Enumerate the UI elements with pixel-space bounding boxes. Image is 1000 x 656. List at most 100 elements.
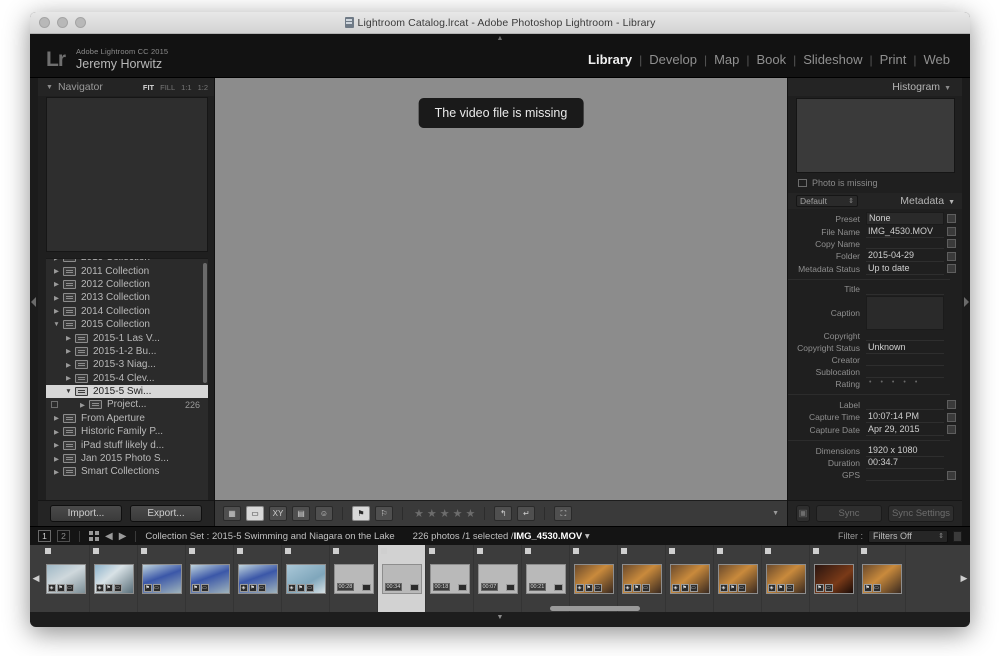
meta-badge-icon[interactable]: ▭: [114, 584, 122, 592]
rating-dot-4-icon[interactable]: •: [903, 379, 905, 389]
zoom-option-1-1[interactable]: 1:1: [181, 83, 191, 92]
rating-dot-2-icon[interactable]: •: [880, 379, 882, 389]
metadata-action-icon[interactable]: [947, 214, 956, 223]
twisty-right-icon[interactable]: ▶: [50, 428, 63, 436]
metadata-value[interactable]: [866, 355, 944, 366]
compare-view-icon[interactable]: XY: [269, 506, 287, 521]
filmstrip-thumbnail[interactable]: 00:28: [330, 545, 378, 612]
thumbnail-flag-icon[interactable]: [813, 548, 819, 554]
metadata-action-icon[interactable]: [947, 239, 956, 248]
filmstrip-thumbnail[interactable]: 00:18: [426, 545, 474, 612]
navigator-preview[interactable]: [46, 97, 208, 252]
people-view-icon[interactable]: ☺: [315, 506, 333, 521]
flag-badge-icon[interactable]: ⚑: [192, 584, 200, 592]
metadata-value[interactable]: [866, 470, 944, 481]
collections-tree[interactable]: ▶2010 Collection▶2011 Collection▶2012 Co…: [46, 258, 208, 500]
count-caret-icon[interactable]: ▾: [585, 531, 590, 542]
metadata-value[interactable]: [866, 367, 944, 378]
top-panel-toggle[interactable]: ▲: [30, 34, 970, 42]
flag-badge-icon[interactable]: ⚑: [297, 584, 305, 592]
module-print[interactable]: Print: [874, 52, 913, 67]
module-library[interactable]: Library: [582, 52, 638, 67]
collection-row[interactable]: ▶Smart Collections: [46, 465, 208, 478]
filter-select[interactable]: Filters Off ⇕: [868, 530, 948, 543]
thumbnail-flag-icon[interactable]: [621, 548, 627, 554]
thumbnail-flag-icon[interactable]: [141, 548, 147, 554]
star-3-icon[interactable]: ★: [440, 507, 450, 520]
filmstrip-count[interactable]: 226 photos /1 selected /IMG_4530.MOV ▾: [413, 531, 590, 542]
thumbnail-flag-icon[interactable]: [477, 548, 483, 554]
video-badge-icon[interactable]: [506, 584, 515, 591]
auto-sync-toggle-icon[interactable]: ▣: [796, 505, 810, 522]
crop-badge-icon[interactable]: ◈: [240, 584, 248, 592]
filmstrip-thumbnail[interactable]: ◈⚑▭: [570, 545, 618, 612]
star-4-icon[interactable]: ★: [453, 507, 463, 520]
star-5-icon[interactable]: ★: [466, 507, 476, 520]
thumbnail-flag-icon[interactable]: [189, 548, 195, 554]
crop-badge-icon[interactable]: ◈: [720, 584, 728, 592]
module-develop[interactable]: Develop: [643, 52, 703, 67]
collection-row[interactable]: ▶2013 Collection: [46, 291, 208, 304]
twisty-right-icon[interactable]: ▶: [50, 258, 63, 262]
meta-badge-icon[interactable]: ▭: [66, 584, 74, 592]
metadata-value[interactable]: [866, 238, 944, 249]
metadata-action-icon[interactable]: [947, 471, 956, 480]
collection-row[interactable]: ▼2015-5 Swi...: [46, 385, 208, 398]
metadata-value[interactable]: [866, 284, 944, 295]
thumbnail-flag-icon[interactable]: [237, 548, 243, 554]
metadata-action-icon[interactable]: [947, 264, 956, 273]
collection-row[interactable]: ▶2011 Collection: [46, 264, 208, 277]
metadata-value[interactable]: [866, 330, 944, 341]
thumbnail-flag-icon[interactable]: [861, 548, 867, 554]
flag-badge-icon[interactable]: ⚑: [816, 584, 824, 592]
collection-row[interactable]: ▶2015-4 Clev...: [46, 372, 208, 385]
metadata-value[interactable]: IMG_4530.MOV: [866, 226, 944, 238]
metadata-value[interactable]: Apr 29, 2015: [866, 424, 944, 436]
filmstrip-thumbnail[interactable]: ⚑▭: [186, 545, 234, 612]
filmstrip-thumbnail[interactable]: ⚑▭: [858, 545, 906, 612]
twisty-right-icon[interactable]: ▶: [50, 414, 63, 422]
filmstrip-scrollbar[interactable]: [550, 606, 640, 611]
video-badge-icon[interactable]: [458, 584, 467, 591]
rotate-right-icon[interactable]: ↵: [517, 506, 535, 521]
twisty-right-icon[interactable]: ▶: [50, 267, 63, 275]
survey-view-icon[interactable]: ▤: [292, 506, 310, 521]
metadata-rating-control[interactable]: •••••: [866, 379, 944, 390]
histogram-twisty-icon[interactable]: ▼: [944, 85, 951, 92]
collection-row[interactable]: ▶2015-1-2 Bu...: [46, 345, 208, 358]
meta-badge-icon[interactable]: ▭: [873, 584, 881, 592]
filmstrip-thumbnail[interactable]: ◈⚑▭: [714, 545, 762, 612]
twisty-right-icon[interactable]: ▶: [50, 280, 63, 288]
filmstrip-thumbnail[interactable]: ⚑▭: [138, 545, 186, 612]
collection-row[interactable]: ▶2014 Collection: [46, 305, 208, 318]
twisty-right-icon[interactable]: ▶: [62, 361, 75, 369]
meta-badge-icon[interactable]: ▭: [306, 584, 314, 592]
navigate-forward-icon[interactable]: ▶: [119, 531, 127, 542]
crop-badge-icon[interactable]: ◈: [48, 584, 56, 592]
sync-settings-button[interactable]: Sync Settings: [888, 505, 954, 522]
identity-plate[interactable]: Adobe Lightroom CC 2015 Jeremy Horwitz: [76, 48, 168, 71]
meta-badge-icon[interactable]: ▭: [738, 584, 746, 592]
module-picker[interactable]: Library|Develop|Map|Book|Slideshow|Print…: [582, 52, 956, 67]
meta-badge-icon[interactable]: ▭: [690, 584, 698, 592]
navigator-header[interactable]: ▼ Navigator FITFILL1:11:2: [38, 78, 214, 96]
filmstrip-thumbnail[interactable]: 00:21: [522, 545, 570, 612]
star-2-icon[interactable]: ★: [427, 507, 437, 520]
filter-lock-icon[interactable]: [953, 531, 962, 542]
right-panel-toggle[interactable]: [962, 78, 970, 526]
filmstrip-thumbnails[interactable]: ◀ ◈⚑▭◈⚑▭⚑▭⚑▭◈⚑▭◈⚑▭00:2800:3400:1800:0700…: [30, 545, 970, 612]
metadata-value[interactable]: 2015-04-29: [866, 250, 944, 262]
flag-badge-icon[interactable]: ⚑: [729, 584, 737, 592]
crop-badge-icon[interactable]: ◈: [96, 584, 104, 592]
flag-badge-icon[interactable]: ⚑: [585, 584, 593, 592]
collection-row[interactable]: ▶2012 Collection: [46, 278, 208, 291]
zoom-option-fit[interactable]: FIT: [143, 83, 154, 92]
histogram-graph[interactable]: [796, 98, 955, 173]
filmstrip-thumbnail[interactable]: ◈⚑▭: [762, 545, 810, 612]
twisty-right-icon[interactable]: ▶: [50, 455, 63, 463]
flag-badge-icon[interactable]: ⚑: [105, 584, 113, 592]
export-button[interactable]: Export...: [130, 505, 202, 522]
twisty-right-icon[interactable]: ▶: [62, 374, 75, 382]
meta-badge-icon[interactable]: ▭: [786, 584, 794, 592]
flag-badge-icon[interactable]: ⚑: [681, 584, 689, 592]
